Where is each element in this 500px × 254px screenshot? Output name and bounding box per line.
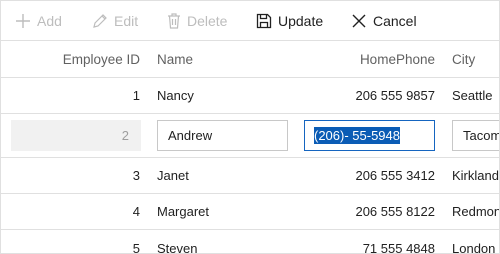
cell-home-phone: 206 555 8122 <box>355 204 435 219</box>
add-button[interactable]: Add <box>15 1 62 41</box>
grid-toolbar: Add Edit Delete Update Cancel <box>1 1 499 41</box>
cell-name: Nancy <box>157 88 194 103</box>
cell-city: Seattle <box>452 88 493 103</box>
employee-id-value: 2 <box>121 128 129 143</box>
cell-city: Kirkland <box>452 168 499 183</box>
trash-icon <box>167 13 181 29</box>
pencil-icon <box>92 13 108 29</box>
cell-name: Janet <box>157 168 189 183</box>
home-phone-input-value: (206)- 55-5948 <box>314 127 400 144</box>
employee-id-field: 2 <box>11 120 141 151</box>
table-row[interactable]: 1 Nancy 206 555 9857 Seattle <box>1 78 499 114</box>
grid-header: Employee ID Name HomePhone City <box>1 41 499 78</box>
table-row[interactable]: 4 Margaret 206 555 8122 Redmond <box>1 194 499 230</box>
name-input-value: Andrew <box>168 128 213 143</box>
add-label: Add <box>37 13 62 29</box>
cell-employee-id: 1 <box>132 88 140 103</box>
table-row[interactable]: 5 Steven 71 555 4848 London <box>1 230 499 254</box>
cell-home-phone: 206 555 3412 <box>355 168 435 183</box>
edit-button[interactable]: Edit <box>92 1 138 41</box>
column-header-name[interactable]: Name <box>157 41 287 77</box>
cell-employee-id: 4 <box>132 204 140 219</box>
city-input-value: Tacoma <box>463 128 499 143</box>
cell-city: Redmond <box>452 204 499 219</box>
edit-row[interactable]: 2 Andrew (206)- 55-5948 Tacoma <box>1 114 499 158</box>
update-label: Update <box>278 13 324 29</box>
table-row[interactable]: 3 Janet 206 555 3412 Kirkland <box>1 158 499 194</box>
plus-icon <box>15 13 31 29</box>
column-header-city[interactable]: City <box>452 41 499 77</box>
cancel-button[interactable]: Cancel <box>351 1 417 41</box>
cell-city: London <box>452 240 496 254</box>
edit-label: Edit <box>114 13 139 29</box>
delete-label: Delete <box>187 13 228 29</box>
close-icon <box>351 13 367 29</box>
name-input[interactable]: Andrew <box>157 120 288 151</box>
cell-name: Margaret <box>157 204 210 219</box>
city-input[interactable]: Tacoma <box>452 120 499 151</box>
cell-home-phone: 71 555 4848 <box>362 240 435 254</box>
cell-home-phone: 206 555 9857 <box>355 88 435 103</box>
save-icon <box>256 13 272 29</box>
update-button[interactable]: Update <box>256 1 323 41</box>
data-grid: Add Edit Delete Update Cancel Employee I… <box>0 0 500 254</box>
column-header-home-phone[interactable]: HomePhone <box>301 41 435 77</box>
cell-employee-id: 3 <box>132 168 140 183</box>
column-header-employee-id[interactable]: Employee ID <box>11 41 140 77</box>
home-phone-input[interactable]: (206)- 55-5948 <box>304 120 435 151</box>
delete-button[interactable]: Delete <box>167 1 227 41</box>
cancel-label: Cancel <box>373 13 417 29</box>
cell-name: Steven <box>157 240 198 254</box>
cell-employee-id: 5 <box>132 240 140 254</box>
